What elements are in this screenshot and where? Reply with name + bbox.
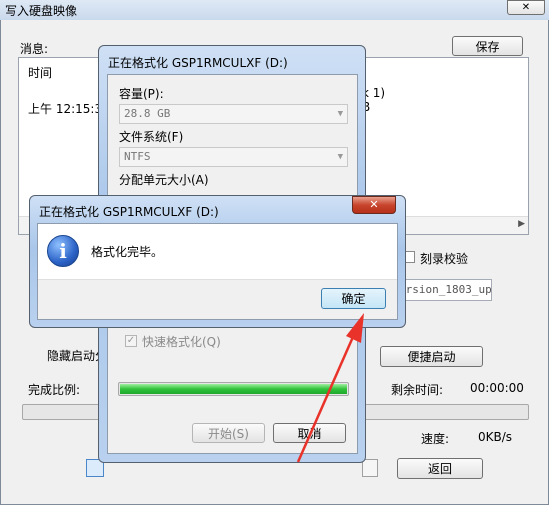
annotation-arrow-shaft — [296, 329, 358, 463]
annotation-arrow-head — [346, 313, 364, 343]
annotation-arrow — [296, 313, 364, 463]
